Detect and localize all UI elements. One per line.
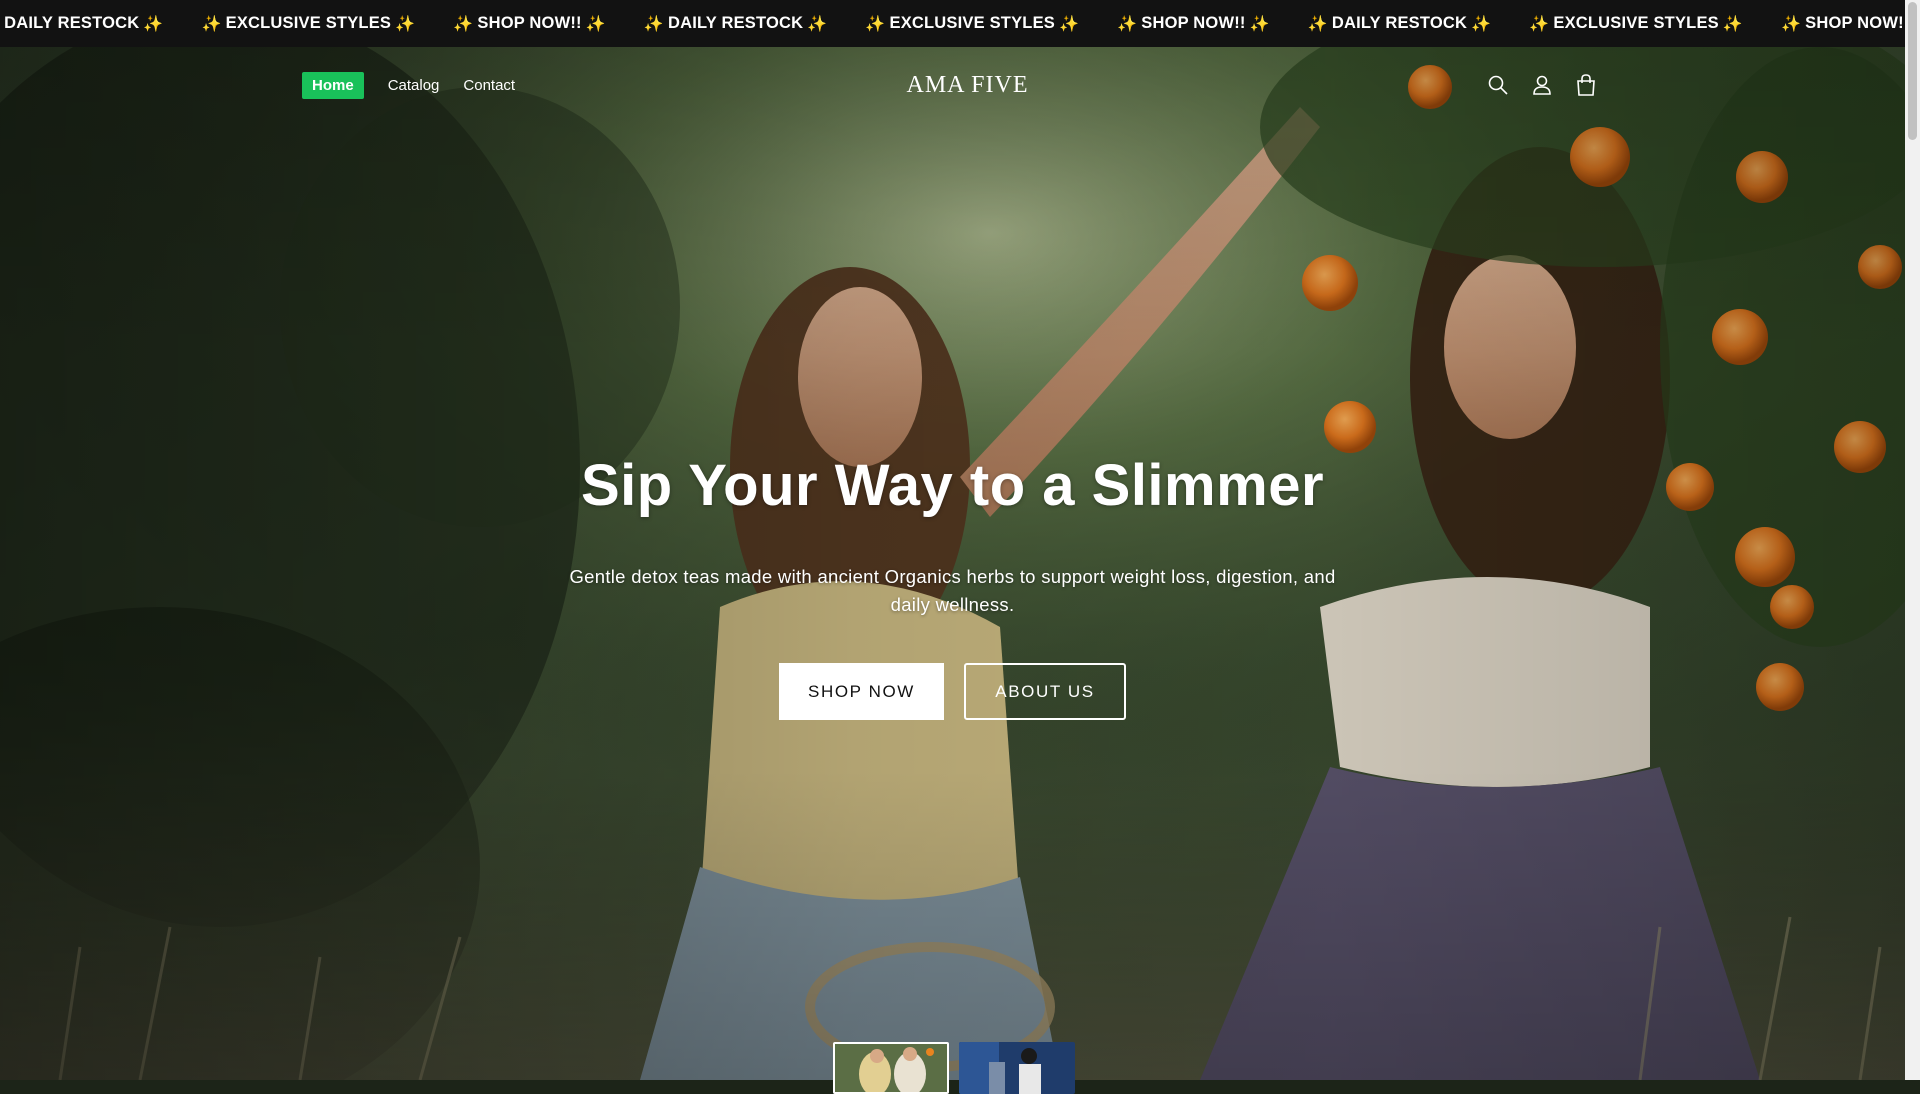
sparkle-icon: ✨ — [395, 14, 415, 34]
announcement-bar: ✨DAILY RESTOCK✨✨EXCLUSIVE STYLES✨✨SHOP N… — [0, 0, 1905, 47]
sparkle-icon: ✨ — [453, 14, 473, 34]
announcement-text: DAILY RESTOCK — [668, 14, 803, 33]
main-nav: Home Catalog Contact — [302, 47, 539, 123]
nav-link-catalog[interactable]: Catalog — [388, 77, 440, 94]
slide-thumbnail-2[interactable] — [959, 1042, 1075, 1094]
announcement-text: SHOP NOW!! — [1805, 14, 1905, 33]
announcement-text: SHOP NOW!! — [1141, 14, 1245, 33]
announcement-text: EXCLUSIVE STYLES — [226, 14, 392, 33]
sparkle-icon: ✨ — [143, 14, 163, 34]
scrollbar-thumb[interactable] — [1908, 2, 1917, 140]
announcement-item: ✨SHOP NOW!!✨ — [449, 14, 610, 34]
logo-container: AMA FIVE — [0, 47, 1905, 123]
announcement-item: ✨SHOP NOW!!✨ — [1113, 14, 1274, 34]
page-scrollbar[interactable] — [1905, 0, 1920, 1080]
sparkle-icon: ✨ — [586, 14, 606, 34]
cart-icon[interactable] — [1564, 63, 1608, 107]
announcement-text: EXCLUSIVE STYLES — [890, 14, 1056, 33]
sparkle-icon: ✨ — [807, 14, 827, 34]
slide-thumbnail-1[interactable] — [833, 1042, 949, 1094]
announcement-text: EXCLUSIVE STYLES — [1553, 14, 1719, 33]
hero-buttons: SHOP NOW ABOUT US — [0, 663, 1905, 720]
hero-subtitle: Gentle detox teas made with ancient Orga… — [563, 563, 1343, 619]
announcement-item: ✨DAILY RESTOCK✨ — [1304, 14, 1496, 34]
hero-content: Sip Your Way to a Slimmer Gentle detox t… — [0, 452, 1905, 720]
sparkle-icon: ✨ — [1471, 14, 1491, 34]
sparkle-icon: ✨ — [1529, 14, 1549, 34]
about-us-button[interactable]: ABOUT US — [964, 663, 1126, 720]
sparkle-icon: ✨ — [644, 14, 664, 34]
sparkle-icon: ✨ — [1059, 14, 1079, 34]
sparkle-icon: ✨ — [202, 14, 222, 34]
announcement-item: ✨SHOP NOW!!✨ — [1777, 14, 1905, 34]
announcement-item: ✨EXCLUSIVE STYLES✨ — [198, 14, 420, 34]
account-icon[interactable] — [1520, 63, 1564, 107]
sparkle-icon: ✨ — [1117, 14, 1137, 34]
nav-link-home[interactable]: Home — [302, 72, 364, 99]
announcement-text: DAILY RESTOCK — [4, 14, 139, 33]
announcement-track: ✨DAILY RESTOCK✨✨EXCLUSIVE STYLES✨✨SHOP N… — [0, 0, 1905, 47]
site-header: Home Catalog Contact AMA FIVE — [0, 47, 1905, 123]
announcement-text: DAILY RESTOCK — [1332, 14, 1467, 33]
sparkle-icon: ✨ — [1781, 14, 1801, 34]
slide-thumbnails — [833, 1042, 1075, 1094]
announcement-item: ✨EXCLUSIVE STYLES✨ — [861, 14, 1083, 34]
announcement-text: SHOP NOW!! — [477, 14, 581, 33]
announcement-item: ✨DAILY RESTOCK✨ — [640, 14, 832, 34]
hero-title: Sip Your Way to a Slimmer — [0, 452, 1905, 519]
announcement-item: ✨DAILY RESTOCK✨ — [0, 14, 168, 34]
shop-now-button[interactable]: SHOP NOW — [779, 663, 944, 720]
announcement-item: ✨EXCLUSIVE STYLES✨ — [1525, 14, 1747, 34]
sparkle-icon: ✨ — [1723, 14, 1743, 34]
sparkle-icon: ✨ — [1308, 14, 1328, 34]
header-icons — [1476, 47, 1608, 123]
sparkle-icon: ✨ — [1250, 14, 1270, 34]
sparkle-icon: ✨ — [865, 14, 885, 34]
nav-link-contact[interactable]: Contact — [463, 77, 515, 94]
store-logo[interactable]: AMA FIVE — [906, 72, 1028, 99]
search-icon[interactable] — [1476, 63, 1520, 107]
